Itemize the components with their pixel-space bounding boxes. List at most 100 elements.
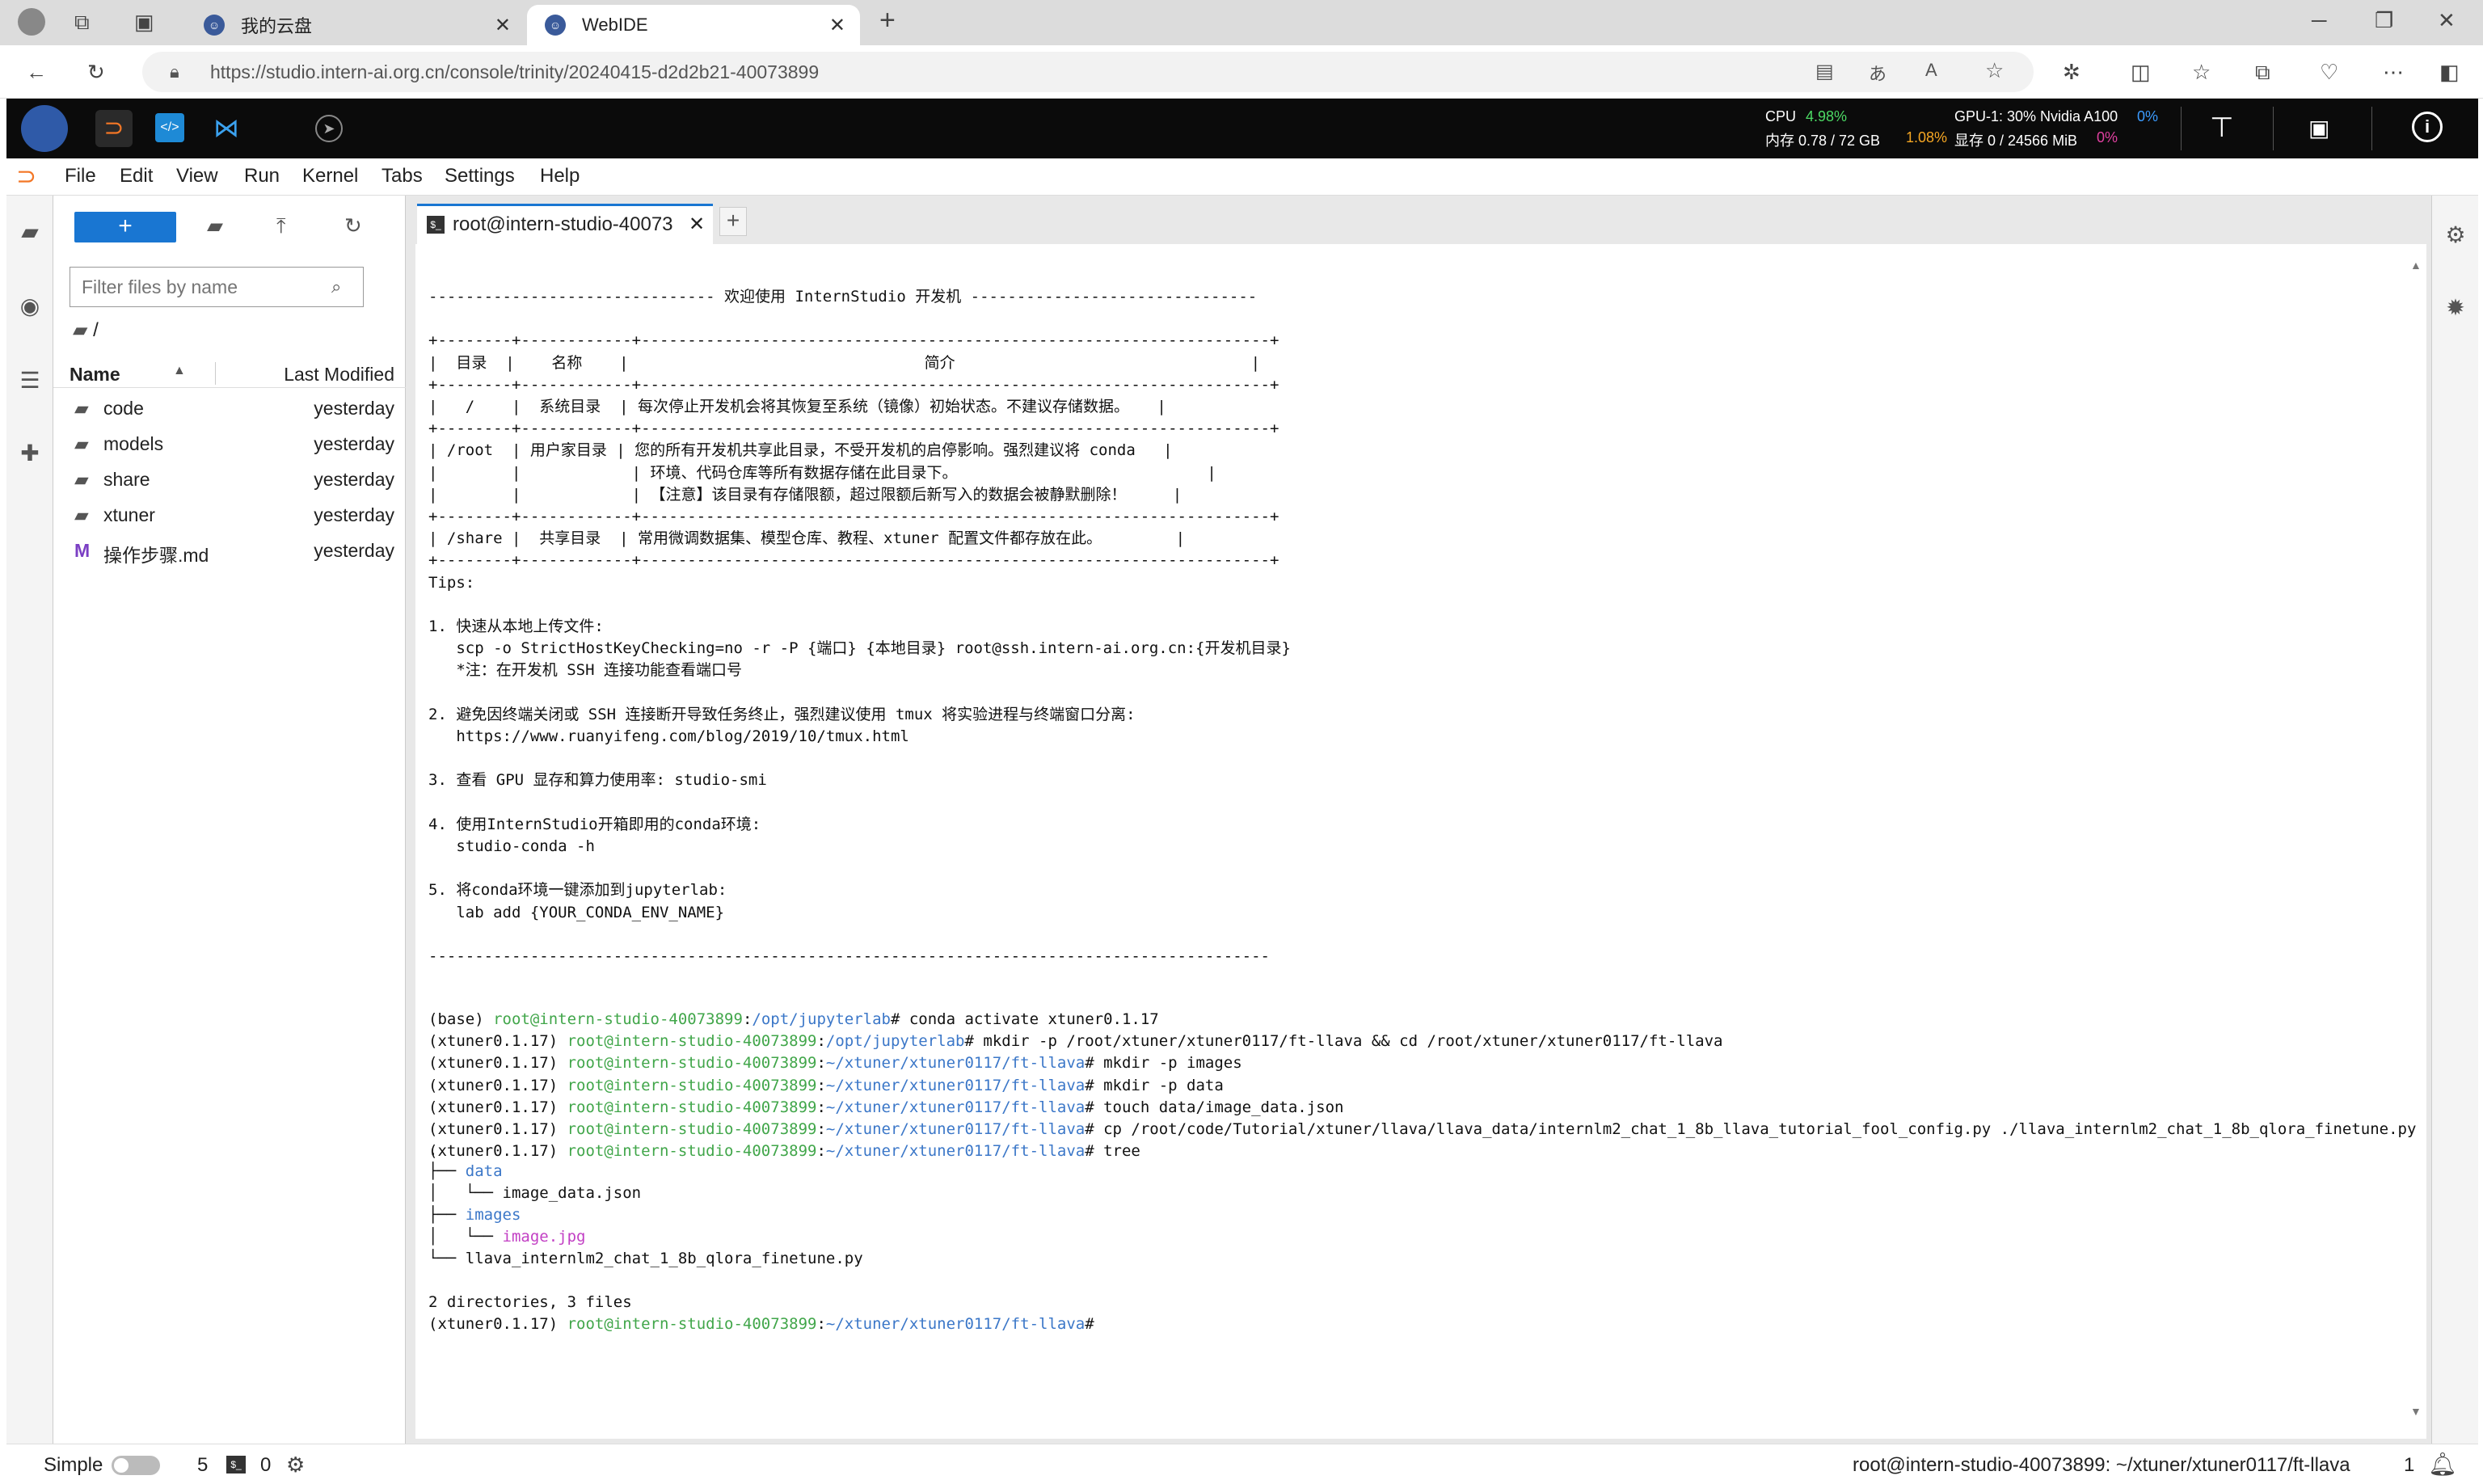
tensorflow-icon[interactable]: ⊤: [2210, 112, 2234, 144]
folder-icon: ▰: [74, 398, 89, 419]
file-row[interactable]: ▰ share yesterday: [53, 462, 406, 496]
jupyter-app-icon[interactable]: ⊃: [95, 110, 133, 147]
search-icon: ⌕: [331, 276, 342, 297]
info-icon[interactable]: i: [2412, 112, 2443, 142]
monitor-icon[interactable]: ▣: [2308, 115, 2329, 141]
restore-icon[interactable]: ❐: [2375, 10, 2393, 31]
menu-edit[interactable]: Edit: [120, 165, 153, 188]
terminal-line: +--------+------------+-----------------…: [428, 331, 1279, 350]
kernel-icon[interactable]: ⚙: [286, 1452, 305, 1478]
debugger-icon[interactable]: ✹: [2440, 293, 2471, 323]
folder-icon[interactable]: ▰: [15, 217, 45, 247]
prompt-path: ~/xtuner/xtuner0117/ft-llava: [825, 1098, 1086, 1116]
vram-value: 0%: [2097, 129, 2118, 145]
menu-run[interactable]: Run: [244, 165, 280, 188]
browser-tab-webide[interactable]: ☺ WebIDE ✕: [527, 5, 860, 45]
terminal-panel[interactable]: ------------------------------- 欢迎使用 Int…: [415, 244, 2426, 1439]
profile-icon[interactable]: [18, 8, 45, 36]
extensions-puzzle-icon[interactable]: ✚: [15, 438, 45, 469]
browser-tab-cloud-disk[interactable]: ☺ 我的云盘 ✕: [186, 5, 525, 45]
more-options-icon[interactable]: ⋯: [2383, 61, 2404, 82]
compass-icon[interactable]: ➤: [315, 115, 343, 142]
terminal-tab[interactable]: $_ root@intern-studio-40073 ✕: [417, 204, 713, 244]
intern-studio-logo[interactable]: [21, 105, 68, 152]
new-tab-button[interactable]: +: [719, 207, 747, 236]
favorite-star-icon[interactable]: ☆: [1985, 58, 2004, 83]
lock-icon[interactable]: 🔒︎: [170, 61, 179, 82]
terminal-line: *注：在开发机 SSH 连接功能查看端口号: [428, 661, 742, 680]
prompt-command: # mkdir -p /root/xtuner/xtuner0117/ft-ll…: [964, 1032, 1723, 1051]
tree-line: ├── data: [428, 1161, 503, 1182]
running-icon[interactable]: ◉: [15, 291, 45, 322]
refresh-icon[interactable]: ↻: [87, 61, 105, 82]
menu-settings[interactable]: Settings: [445, 165, 515, 188]
collections-icon[interactable]: ⧉: [2255, 61, 2270, 82]
tab-actions-icon[interactable]: ▣: [134, 11, 154, 32]
refresh-files-icon[interactable]: ↻: [344, 213, 362, 238]
prompt-separator: :: [816, 1076, 826, 1094]
terminal-line: 1. 快速从本地上传文件:: [428, 618, 604, 635]
simple-mode-toggle[interactable]: [112, 1456, 160, 1475]
file-row[interactable]: M 操作步骤.md yesterday: [53, 533, 406, 567]
file-modified: yesterday: [314, 469, 394, 490]
extensions-icon[interactable]: ✲: [2063, 61, 2080, 82]
split-screen-icon[interactable]: ◫: [2131, 61, 2151, 82]
sort-ascending-icon[interactable]: ▲: [173, 364, 186, 378]
breadcrumb[interactable]: ▰ /: [73, 318, 99, 342]
file-row[interactable]: ▰ xtuner yesterday: [53, 498, 406, 532]
prompt-separator: :: [816, 1032, 826, 1051]
column-last-modified[interactable]: Last Modified: [284, 364, 394, 386]
terminal-line: +--------+------------+-----------------…: [428, 375, 1279, 394]
close-tab-icon[interactable]: ✕: [689, 213, 705, 236]
code-editor-icon[interactable]: </>: [155, 113, 184, 142]
vscode-icon[interactable]: ⋈: [209, 110, 244, 145]
new-folder-icon[interactable]: ▰: [207, 213, 223, 238]
terminal-line: https://www.ruanyifeng.com/blog/2019/10/…: [428, 727, 909, 745]
scroll-up-icon[interactable]: ▲: [2410, 259, 2422, 272]
new-launcher-button[interactable]: +: [74, 212, 176, 242]
bell-icon[interactable]: 🔔︎: [2428, 1451, 2457, 1478]
reader-icon[interactable]: ▤: [1815, 60, 1834, 83]
menu-view[interactable]: View: [176, 165, 218, 188]
prompt-path: ~/xtuner/xtuner0117/ft-llava: [825, 1142, 1086, 1161]
prompt-separator: :: [816, 1142, 826, 1161]
prompt-host: root@intern-studio-40073899: [493, 1010, 743, 1028]
close-tab-icon[interactable]: ✕: [495, 14, 511, 37]
upload-icon[interactable]: ⤒: [276, 213, 286, 239]
url-field[interactable]: 🔒︎ https://studio.intern-ai.org.cn/conso…: [142, 52, 2034, 92]
terminal-icon[interactable]: $_: [226, 1456, 246, 1473]
site-favicon-icon: ☺: [545, 15, 566, 36]
toc-list-icon[interactable]: ☰: [15, 365, 45, 396]
workspaces-icon[interactable]: ⧉: [74, 11, 90, 32]
new-tab-icon[interactable]: +: [879, 6, 896, 34]
column-name[interactable]: Name: [70, 364, 120, 386]
menu-kernel[interactable]: Kernel: [302, 165, 358, 188]
filter-files-input[interactable]: [70, 267, 364, 307]
menu-help[interactable]: Help: [540, 165, 580, 188]
menu-tabs[interactable]: Tabs: [382, 165, 423, 188]
scroll-down-icon[interactable]: ▼: [2410, 1405, 2422, 1418]
close-window-icon[interactable]: ✕: [2438, 10, 2456, 31]
prompt-command: # conda activate xtuner0.1.17: [890, 1010, 1159, 1028]
tree-branch: ├──: [428, 1206, 466, 1224]
prompt-line: (xtuner0.1.17) root@intern-studio-400738…: [428, 1052, 1242, 1073]
column-divider[interactable]: [215, 362, 216, 385]
performance-icon[interactable]: ♡: [2320, 61, 2338, 82]
prompt-symbol: #: [1085, 1315, 1094, 1333]
back-icon[interactable]: ←: [26, 61, 47, 82]
read-aloud-icon[interactable]: A: [1925, 60, 1937, 81]
file-modified: yesterday: [314, 540, 394, 561]
terminals-count[interactable]: 5: [197, 1454, 208, 1477]
favorites-icon[interactable]: ☆: [2192, 61, 2211, 82]
file-row[interactable]: ▰ models yesterday: [53, 427, 406, 461]
sidebar-toggle-icon[interactable]: ◧: [2439, 61, 2460, 82]
kernels-count[interactable]: 0: [260, 1454, 271, 1477]
translate-icon[interactable]: あ: [1869, 60, 1886, 86]
cpu-value: 4.98%: [1806, 108, 1848, 124]
close-tab-icon[interactable]: ✕: [829, 14, 845, 37]
menu-file[interactable]: File: [65, 165, 96, 188]
minimize-icon[interactable]: ─: [2312, 10, 2326, 31]
file-row[interactable]: ▰ code yesterday: [53, 391, 406, 425]
property-inspector-icon[interactable]: ⚙: [2440, 220, 2471, 251]
terminal-scrollbar[interactable]: ▲ ▼: [2405, 244, 2426, 1439]
